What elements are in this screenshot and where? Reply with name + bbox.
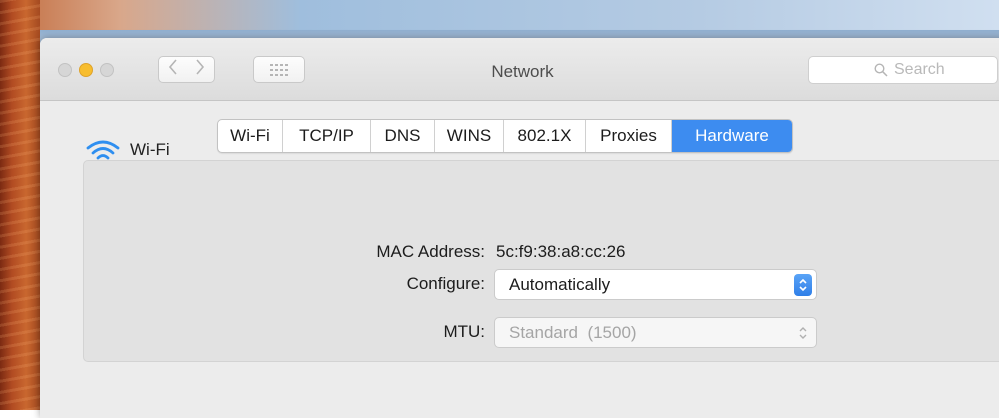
mac-row-label-box: MAC Address: — [40, 242, 485, 264]
mtu-value: Standard (1500) — [509, 322, 637, 342]
interface-name: Wi-Fi — [130, 140, 170, 159]
mtu-row-label-box: MTU: — [40, 322, 485, 344]
configure-value: Automatically — [509, 274, 611, 294]
tab-bar: Wi-Fi TCP/IP DNS WINS 802.1X Proxies Har… — [217, 119, 793, 153]
tab-proxies[interactable]: Proxies — [586, 120, 672, 152]
tab-tcpip[interactable]: TCP/IP — [283, 120, 371, 152]
configure-popup[interactable]: Automatically — [494, 269, 817, 300]
tab-dns[interactable]: DNS — [371, 120, 435, 152]
network-preferences-window: Network Search Wi-Fi Wi-Fi TCP/IP DNS WI… — [40, 38, 999, 418]
tab-wins[interactable]: WINS — [435, 120, 504, 152]
search-icon — [874, 63, 888, 77]
mtu-popup[interactable]: Standard (1500) — [494, 317, 817, 348]
tab-hardware[interactable]: Hardware — [672, 120, 792, 152]
desktop-top-strip — [0, 0, 999, 30]
up-down-arrows-icon — [796, 323, 810, 343]
mtu-label: MTU: — [443, 322, 485, 341]
up-down-arrows-icon — [794, 274, 812, 296]
configure-row-label-box: Configure: — [40, 274, 485, 296]
tab-wifi[interactable]: Wi-Fi — [218, 120, 283, 152]
desktop-left-wallpaper — [0, 0, 40, 410]
mac-address-value: 5c:f9:38:a8:cc:26 — [496, 242, 626, 261]
configure-label: Configure: — [406, 274, 485, 293]
search-placeholder: Search — [894, 61, 945, 78]
title-bar: Network Search — [40, 38, 999, 101]
mac-address-label: MAC Address: — [376, 242, 485, 261]
tab-8021x[interactable]: 802.1X — [504, 120, 586, 152]
search-field[interactable]: Search — [808, 56, 998, 84]
